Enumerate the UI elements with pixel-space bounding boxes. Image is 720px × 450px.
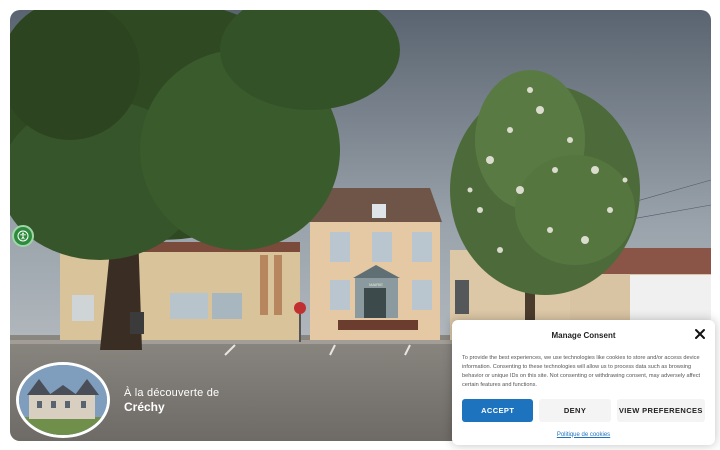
accessibility-icon (17, 230, 29, 242)
consent-buttons: ACCEPT DENY VIEW PREFERENCES (462, 398, 705, 422)
accessibility-button[interactable] (12, 225, 34, 247)
consent-body: To provide the best experiences, we use … (462, 355, 701, 388)
town-name: Créchy (124, 399, 165, 414)
consent-dialog: Manage Consent To provide the best exper… (452, 320, 715, 445)
accept-button[interactable]: ACCEPT (462, 398, 534, 422)
close-icon[interactable] (694, 328, 706, 340)
consent-title: Manage Consent (551, 331, 616, 340)
cookie-policy-link[interactable]: Politique de cookies (462, 432, 705, 438)
town-thumbnail (16, 362, 110, 438)
town-card[interactable]: À la découverte de Créchy (16, 362, 219, 438)
deny-button[interactable]: DENY (539, 398, 611, 422)
chateau-image (19, 365, 107, 435)
town-subtitle: À la découverte de (124, 386, 220, 399)
mairie-sign: MAIRIE (369, 282, 383, 287)
town-caption: À la découverte de Créchy (124, 387, 219, 414)
view-preferences-button[interactable]: VIEW PREFERENCES (616, 398, 705, 422)
